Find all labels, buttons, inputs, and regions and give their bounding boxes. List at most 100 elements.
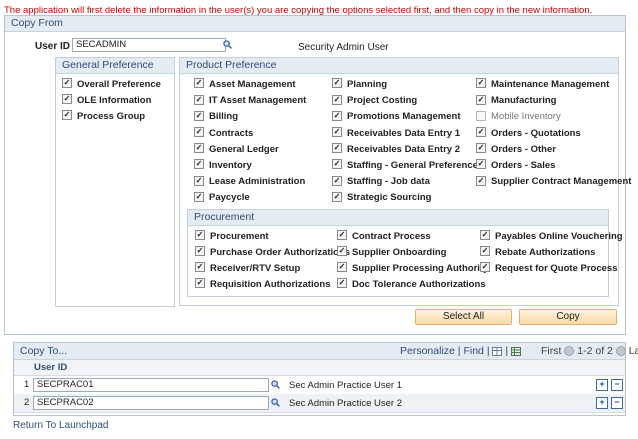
checkmark-icon[interactable]: ✓	[337, 278, 347, 289]
checkmark-icon[interactable]: ✓	[62, 110, 72, 121]
checkmark-icon[interactable]: ✓	[194, 127, 204, 138]
checkbox-general-ledger[interactable]: ✓ General Ledger	[194, 143, 279, 156]
checkbox-maintenance-management[interactable]: ✓ Maintenance Management	[476, 78, 609, 91]
checkmark-icon[interactable]: ✓	[332, 94, 342, 105]
checkmark-icon[interactable]: ✓	[480, 262, 490, 273]
checkmark-icon[interactable]: ✓	[332, 175, 342, 186]
checkmark-icon[interactable]: ✓	[476, 175, 486, 186]
checkbox-receivables-data-entry-1[interactable]: ✓ Receivables Data Entry 1	[332, 127, 460, 140]
checkbox-label: Promotions Management	[347, 111, 461, 123]
checkmark-icon[interactable]: ✓	[476, 127, 486, 138]
checkbox-planning[interactable]: ✓ Planning	[332, 78, 387, 91]
checkbox-label: Paycycle	[209, 192, 250, 204]
checkmark-icon[interactable]: ✓	[195, 230, 205, 241]
checkbox-mobile-inventory[interactable]: Mobile Inventory	[476, 110, 561, 123]
checkbox-billing[interactable]: ✓ Billing	[194, 110, 238, 123]
checkbox-process-group[interactable]: ✓ Process Group	[62, 110, 145, 123]
checkmark-icon[interactable]: ✓	[476, 94, 486, 105]
checkbox-staffing-general-preferences[interactable]: ✓ Staffing - General Preferences	[332, 159, 483, 172]
plus-icon[interactable]: +	[596, 379, 608, 391]
minus-icon[interactable]: −	[611, 397, 623, 409]
checkbox-orders-sales[interactable]: ✓ Orders - Sales	[476, 159, 555, 172]
checkmark-icon[interactable]: ✓	[332, 78, 342, 89]
copy-to-user-id-field[interactable]: SECPRAC01	[33, 378, 269, 392]
checkbox-supplier-contract-management[interactable]: ✓ Supplier Contract Management	[476, 175, 631, 188]
checkbox-label: OLE Information	[77, 95, 152, 106]
checkmark-icon[interactable]: ✓	[194, 175, 204, 186]
checkbox-it-asset-management[interactable]: ✓ IT Asset Management	[194, 94, 306, 107]
checkbox-label: Doc Tolerance Authorizations	[352, 279, 486, 290]
grid-icon[interactable]	[492, 346, 503, 356]
checkmark-icon[interactable]: ✓	[476, 159, 486, 170]
personalize-link[interactable]: Personalize	[400, 345, 455, 357]
checkbox-orders-quotations[interactable]: ✓ Orders - Quotations	[476, 127, 581, 140]
checkmark-icon[interactable]: ✓	[194, 94, 204, 105]
copy-to-user-id-field[interactable]: SECPRAC02	[33, 396, 269, 410]
checkmark-icon[interactable]: ✓	[194, 159, 204, 170]
checkbox-receiver-rtv-setup[interactable]: ✓ Receiver/RTV Setup	[195, 262, 300, 275]
checkbox-label: Payables Online Vouchering	[495, 231, 623, 242]
minus-icon[interactable]: −	[611, 379, 623, 391]
checkmark-icon[interactable]: ✓	[194, 143, 204, 154]
copy-button[interactable]: Copy	[519, 309, 617, 325]
next-arrow-icon[interactable]	[615, 346, 626, 357]
checkmark-icon[interactable]: ✓	[332, 110, 342, 121]
checkmark-icon[interactable]: ✓	[332, 191, 342, 202]
checkbox-supplier-onboarding[interactable]: ✓ Supplier Onboarding	[337, 246, 446, 259]
checkmark-icon[interactable]: ✓	[195, 262, 205, 273]
checkbox-asset-management[interactable]: ✓ Asset Management	[194, 78, 296, 91]
checkmark-icon[interactable]: ✓	[337, 262, 347, 273]
checkmark-icon[interactable]: ✓	[476, 143, 486, 154]
checkmark-icon[interactable]: ✓	[337, 246, 347, 257]
checkbox-paycycle[interactable]: ✓ Paycycle	[194, 191, 250, 204]
checkmark-icon[interactable]: ✓	[476, 78, 486, 89]
magnifier-icon[interactable]	[223, 40, 232, 49]
prev-arrow-icon[interactable]	[564, 346, 575, 357]
checkbox-overall-preference[interactable]: ✓ Overall Preference	[62, 78, 161, 91]
find-link[interactable]: Find	[463, 345, 483, 357]
checkmark-icon[interactable]: ✓	[194, 191, 204, 202]
checkmark-icon[interactable]: ✓	[332, 159, 342, 170]
checkbox-supplier-processing-authority[interactable]: ✓ Supplier Processing Authority	[337, 262, 488, 275]
plus-icon[interactable]: +	[596, 397, 608, 409]
checkbox-receivables-data-entry-2[interactable]: ✓ Receivables Data Entry 2	[332, 143, 460, 156]
checkbox-inventory[interactable]: ✓ Inventory	[194, 159, 252, 172]
checkmark-icon[interactable]: ✓	[62, 94, 72, 105]
checkmark-icon[interactable]: ✓	[337, 230, 347, 241]
product-preference-header: Product Preference	[180, 58, 618, 74]
checkmark-icon[interactable]: ✓	[195, 278, 205, 289]
checkbox-purchase-order-authorizations[interactable]: ✓ Purchase Order Authorizations	[195, 246, 350, 259]
checkbox-manufacturing[interactable]: ✓ Manufacturing	[476, 94, 556, 107]
checkbox-lease-administration[interactable]: ✓ Lease Administration	[194, 175, 305, 188]
select-all-button[interactable]: Select All	[415, 309, 512, 325]
checkmark-icon[interactable]: ✓	[62, 78, 72, 89]
checkmark-icon[interactable]: ✓	[480, 246, 490, 257]
magnifier-icon[interactable]	[271, 398, 280, 407]
spreadsheet-icon[interactable]	[511, 346, 522, 356]
checkbox-project-costing[interactable]: ✓ Project Costing	[332, 94, 417, 107]
checkmark-icon[interactable]: ✓	[194, 110, 204, 121]
checkbox-staffing-job-data[interactable]: ✓ Staffing - Job data	[332, 175, 430, 188]
checkbox-payables-online-vouchering[interactable]: ✓ Payables Online Vouchering	[480, 230, 623, 243]
magnifier-icon[interactable]	[271, 380, 280, 389]
empty-checkbox-icon[interactable]	[476, 110, 486, 121]
checkbox-request-for-quote-process[interactable]: ✓ Request for Quote Process	[480, 262, 617, 275]
checkmark-icon[interactable]: ✓	[195, 246, 205, 257]
checkbox-doc-tolerance-authorizations[interactable]: ✓ Doc Tolerance Authorizations	[337, 278, 486, 291]
checkmark-icon[interactable]: ✓	[194, 78, 204, 89]
checkbox-strategic-sourcing[interactable]: ✓ Strategic Sourcing	[332, 191, 431, 204]
checkmark-icon[interactable]: ✓	[480, 230, 490, 241]
user-id-field[interactable]: SECADMIN	[72, 38, 226, 52]
checkbox-ole-information[interactable]: ✓ OLE Information	[62, 94, 152, 107]
checkbox-requisition-authorizations[interactable]: ✓ Requisition Authorizations	[195, 278, 331, 291]
checkmark-icon[interactable]: ✓	[332, 143, 342, 154]
return-to-launchpad-link[interactable]: Return To Launchpad	[13, 420, 108, 431]
checkbox-contract-process[interactable]: ✓ Contract Process	[337, 230, 431, 243]
checkbox-label: Contract Process	[352, 231, 431, 242]
checkmark-icon[interactable]: ✓	[332, 127, 342, 138]
checkbox-contracts[interactable]: ✓ Contracts	[194, 127, 253, 140]
checkbox-promotions-management[interactable]: ✓ Promotions Management	[332, 110, 461, 123]
checkbox-orders-other[interactable]: ✓ Orders - Other	[476, 143, 556, 156]
checkbox-rebate-authorizations[interactable]: ✓ Rebate Authorizations	[480, 246, 595, 259]
checkbox-procurement[interactable]: ✓ Procurement	[195, 230, 269, 243]
